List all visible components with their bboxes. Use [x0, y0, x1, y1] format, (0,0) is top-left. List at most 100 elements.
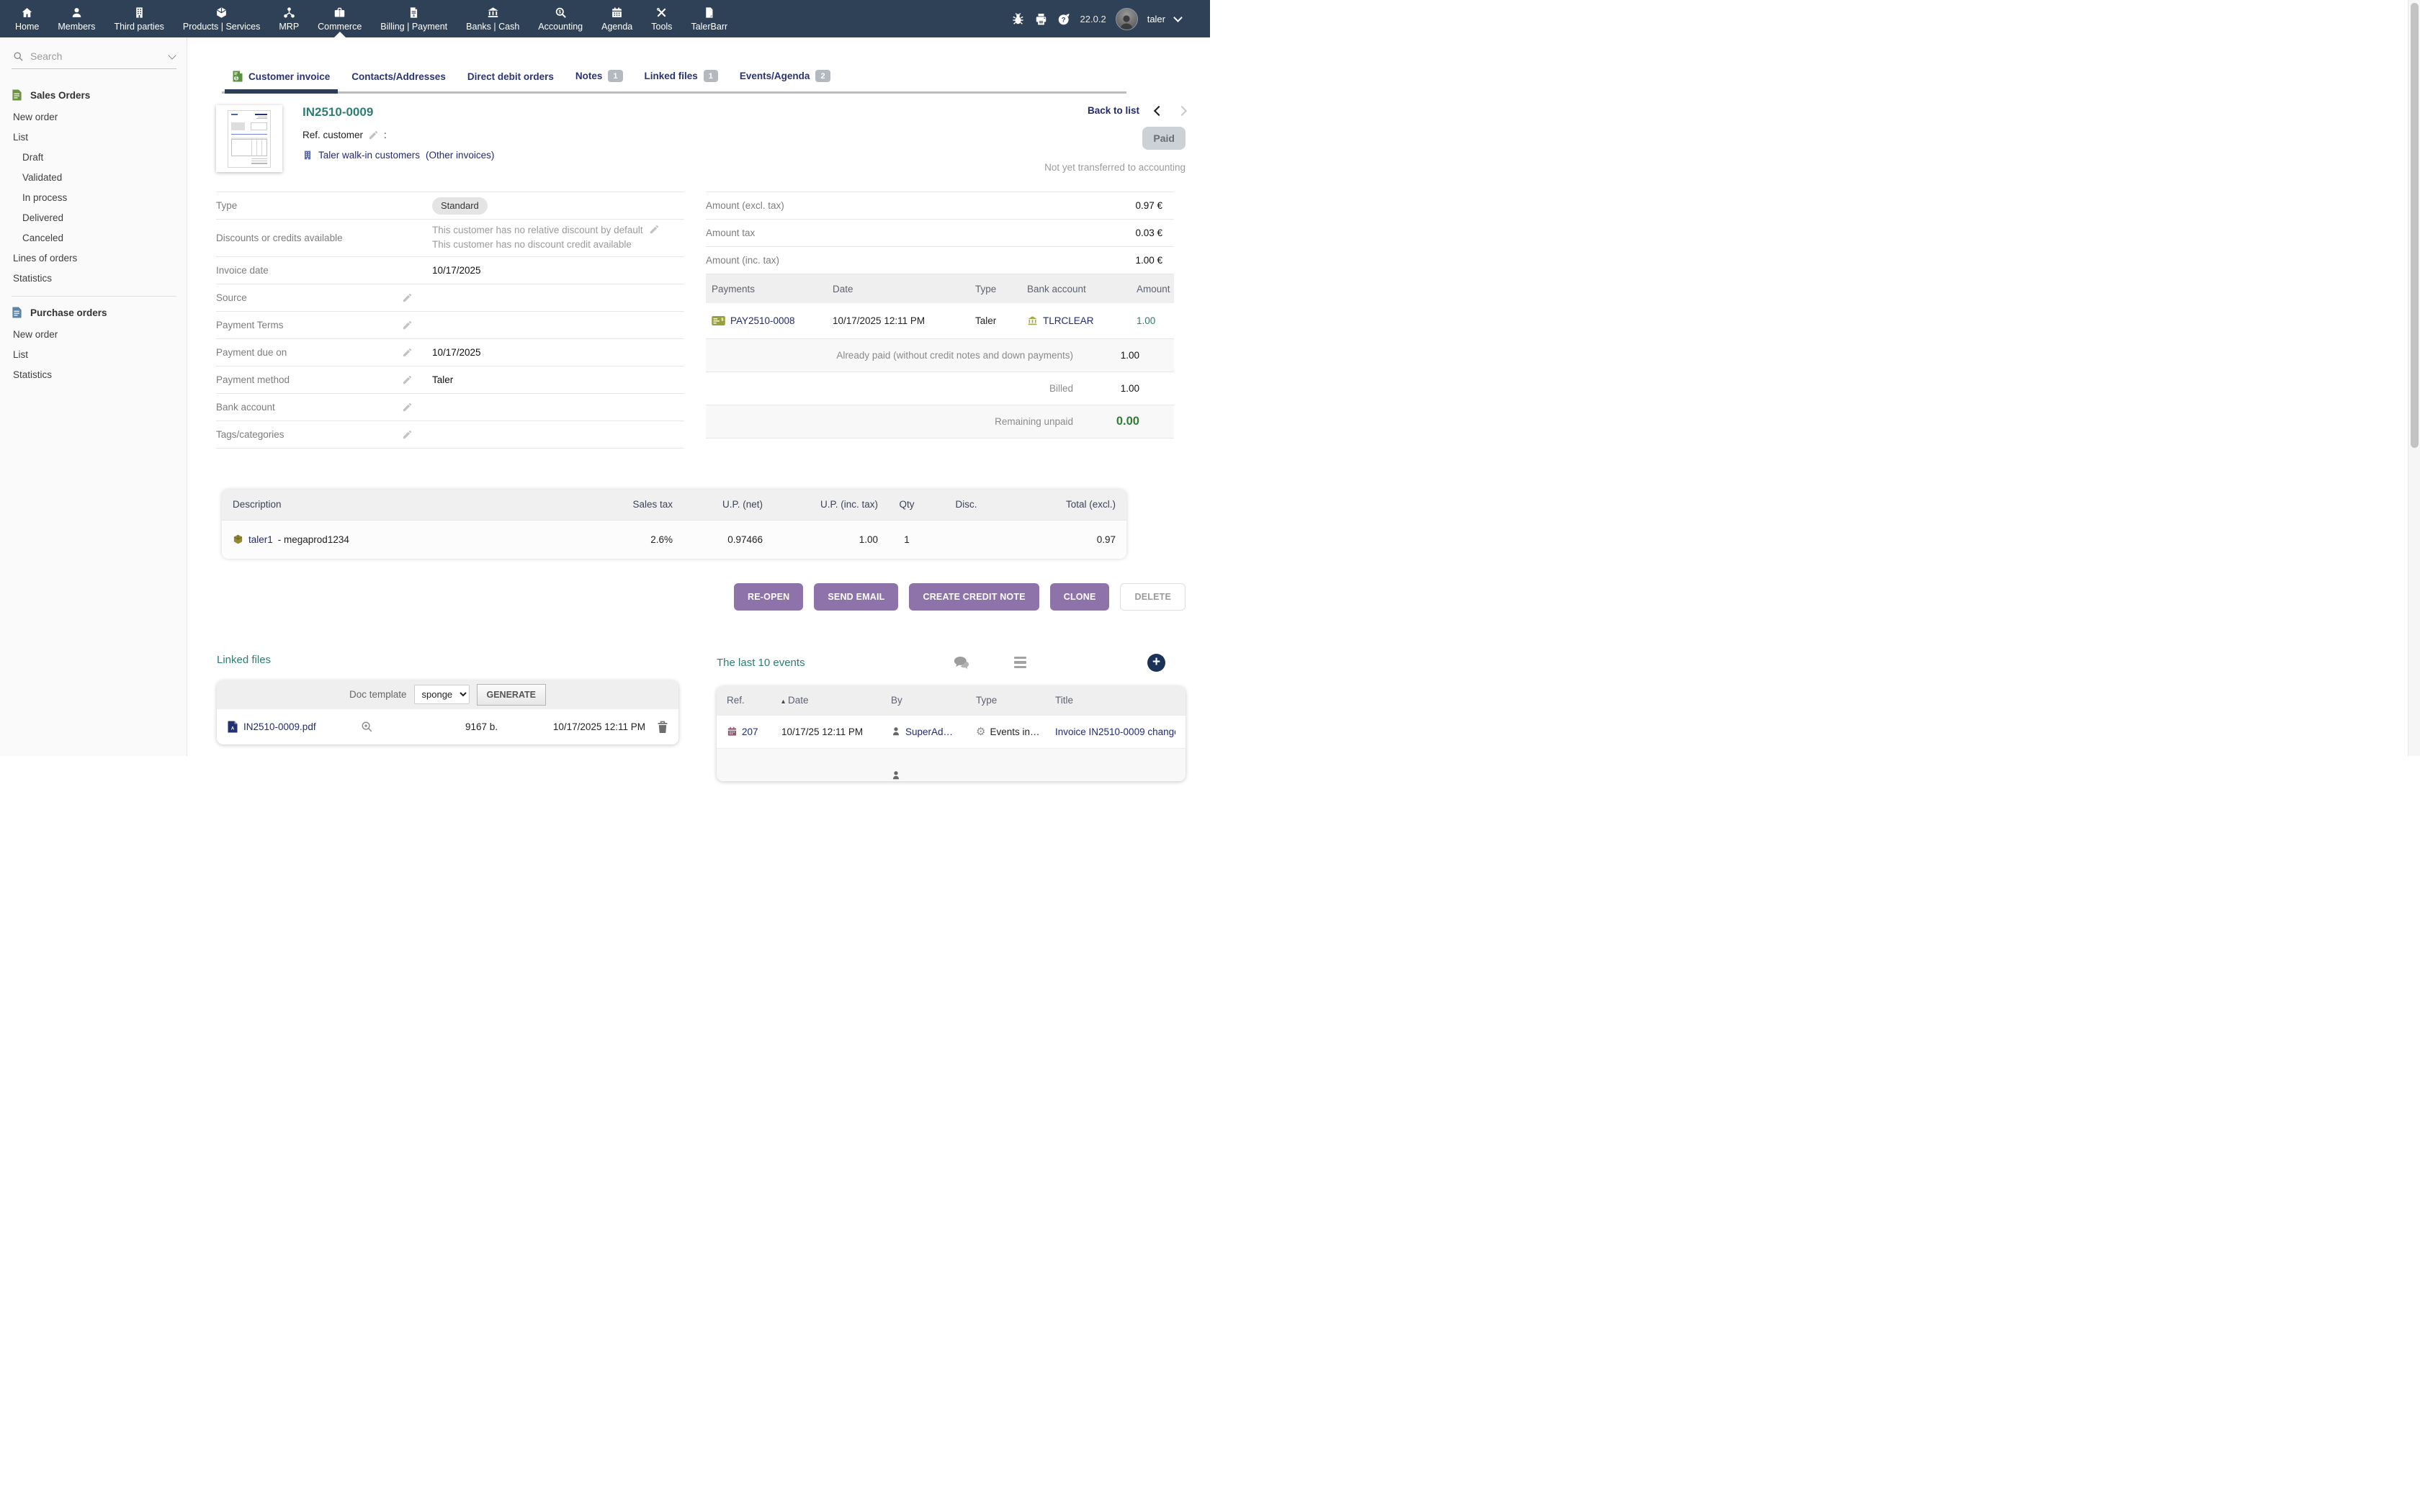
payment-ref-link[interactable]: PAY2510-0008 — [730, 315, 795, 326]
nav-item-third-parties[interactable]: Third parties — [104, 0, 173, 37]
edit-pencil-icon[interactable] — [402, 320, 413, 330]
sidebar-item-lines-of-orders[interactable]: Lines of orders — [12, 248, 176, 268]
chevron-left-icon[interactable] — [1154, 105, 1164, 115]
tab-contacts-addresses[interactable]: Contacts/Addresses — [341, 71, 457, 91]
chevron-down-icon[interactable] — [1173, 13, 1183, 22]
clone-button[interactable]: CLONE — [1050, 583, 1110, 611]
payment-date: 10/17/2025 12:11 PM — [833, 315, 975, 326]
tab-events-agenda[interactable]: Events/Agenda 2 — [729, 70, 841, 91]
edit-pencil-icon[interactable] — [402, 402, 413, 413]
discount-line-1: This customer has no relative discount b… — [432, 225, 643, 235]
sidebar-item-draft[interactable]: Draft — [12, 147, 176, 167]
sidebar-item-in-process[interactable]: In process — [12, 187, 176, 207]
edit-pencil-icon[interactable] — [402, 347, 413, 358]
nav-item-talerbarr[interactable]: TalerBarr — [681, 0, 737, 37]
sidebar-item-delivered[interactable]: Delivered — [12, 207, 176, 228]
nav-item-accounting[interactable]: $ Accounting — [529, 0, 592, 37]
nav-item-products-services[interactable]: Products | Services — [174, 0, 269, 37]
customer-link[interactable]: Taler walk-in customers — [318, 150, 420, 161]
chat-icon[interactable] — [954, 656, 969, 670]
nav-item-banks-cash[interactable]: Banks | Cash — [457, 0, 529, 37]
bank-account-link[interactable]: TLRCLEAR — [1043, 315, 1094, 326]
nav-item-mrp[interactable]: MRP — [269, 0, 308, 37]
customer-line: Taler walk-in customers (Other invoices) — [302, 150, 494, 161]
sidebar-section-purchase-orders[interactable]: Purchase orders — [12, 307, 176, 318]
edit-pencil-icon[interactable] — [649, 224, 660, 235]
generate-button[interactable]: GENERATE — [477, 684, 547, 706]
already-paid-value: 1.00 — [1073, 350, 1174, 361]
col-by[interactable]: By — [891, 695, 976, 706]
tab-linked-files[interactable]: Linked files 1 — [634, 70, 729, 91]
doc-template-select[interactable]: sponge — [414, 685, 470, 704]
sidebar-section-title: Purchase orders — [30, 307, 107, 318]
line-item-row[interactable]: taler1 - megaprod1234 2.6% 0.97466 1.00 … — [222, 520, 1126, 559]
delete-button[interactable]: DELETE — [1120, 583, 1186, 611]
tab-label: Contacts/Addresses — [351, 71, 446, 82]
col-title[interactable]: Title — [1055, 695, 1175, 706]
col-date[interactable]: Date — [788, 695, 809, 706]
event-ref-link[interactable]: 207 — [742, 726, 758, 737]
avatar[interactable] — [1116, 8, 1138, 30]
send-email-button[interactable]: SEND EMAIL — [814, 583, 898, 611]
event-type: Events in… — [990, 726, 1039, 737]
magnifier-plus-icon[interactable] — [361, 721, 373, 733]
search-input[interactable] — [30, 50, 163, 62]
sidebar-item-po-statistics[interactable]: Statistics — [12, 364, 176, 384]
edit-pencil-icon[interactable] — [402, 374, 413, 385]
chevron-right-icon — [1177, 105, 1187, 115]
tab-notes[interactable]: Notes 1 — [565, 70, 634, 91]
sort-asc-icon — [781, 695, 788, 706]
scrollbar-thumb[interactable] — [2411, 3, 2419, 448]
sidebar-item-canceled[interactable]: Canceled — [12, 228, 176, 248]
nav-item-agenda[interactable]: Agenda — [592, 0, 642, 37]
sidebar-item-statistics[interactable]: Statistics — [12, 268, 176, 288]
nav-item-members[interactable]: Members — [48, 0, 104, 37]
event-title-link[interactable]: Invoice IN2510-0009 change — [1055, 726, 1175, 737]
sidebar-item-validated[interactable]: Validated — [12, 167, 176, 187]
event-user-link[interactable]: SuperAd… — [905, 726, 953, 737]
edit-pencil-icon[interactable] — [368, 130, 379, 140]
vertical-scrollbar[interactable] — [2408, 0, 2420, 756]
nav-label: Billing | Payment — [380, 22, 447, 32]
edit-pencil-icon[interactable] — [402, 429, 413, 440]
nav-item-tools[interactable]: Tools — [642, 0, 681, 37]
sidebar-item-new-order[interactable]: New order — [12, 107, 176, 127]
sidebar-item-po-list[interactable]: List — [12, 344, 176, 364]
detail-label: Payment due on — [216, 347, 402, 358]
customer-other-invoices-link[interactable]: (Other invoices) — [426, 150, 494, 161]
col-ref[interactable]: Ref. — [727, 695, 781, 706]
product-link[interactable]: taler1 — [248, 534, 273, 545]
sidebar-item-po-new-order[interactable]: New order — [12, 324, 176, 344]
remaining-unpaid-label: Remaining unpaid — [995, 416, 1073, 427]
help-circle-icon[interactable]: ? — [1057, 12, 1071, 26]
chevron-down-icon[interactable] — [168, 51, 176, 59]
nav-item-billing-payment[interactable]: $ Billing | Payment — [371, 0, 457, 37]
sidebar-menu: Sales Orders New order List Draft Valida… — [12, 89, 176, 384]
back-to-list-link[interactable]: Back to list — [1088, 105, 1139, 116]
nav-label: Products | Services — [183, 22, 260, 32]
nav-item-home[interactable]: Home — [6, 0, 48, 37]
add-event-button[interactable] — [1147, 654, 1165, 672]
sidebar-section-sales-orders[interactable]: Sales Orders — [12, 89, 176, 101]
bug-icon[interactable] — [1011, 12, 1025, 26]
payment-amount-link[interactable]: 1.00 — [1137, 315, 1190, 326]
col-type[interactable]: Type — [976, 695, 1055, 706]
banner-right-block: Back to list Paid Not yet transferred to… — [1044, 105, 1186, 173]
events-table-header: Ref. Date By Type Title — [717, 686, 1186, 715]
nav-item-commerce[interactable]: Commerce — [308, 0, 371, 37]
printer-icon[interactable] — [1034, 12, 1048, 26]
already-paid-row: Already paid (without credit notes and d… — [706, 339, 1174, 372]
edit-pencil-icon[interactable] — [402, 292, 413, 303]
user-name[interactable]: taler — [1147, 14, 1165, 24]
reopen-button[interactable]: RE-OPEN — [734, 583, 803, 611]
briefcase-icon — [333, 6, 346, 19]
trash-icon[interactable] — [658, 721, 668, 733]
tab-direct-debit-orders[interactable]: Direct debit orders — [457, 71, 565, 91]
linked-file-link[interactable]: IN2510-0009.pdf — [243, 721, 316, 732]
create-credit-note-button[interactable]: CREATE CREDIT NOTE — [909, 583, 1039, 611]
events-title: The last 10 events — [717, 657, 805, 669]
list-bars-icon[interactable] — [1014, 657, 1026, 669]
invoice-pdf-thumbnail[interactable] — [216, 105, 282, 172]
tab-customer-invoice[interactable]: $ Customer invoice — [222, 71, 341, 91]
sidebar-item-list[interactable]: List — [12, 127, 176, 147]
